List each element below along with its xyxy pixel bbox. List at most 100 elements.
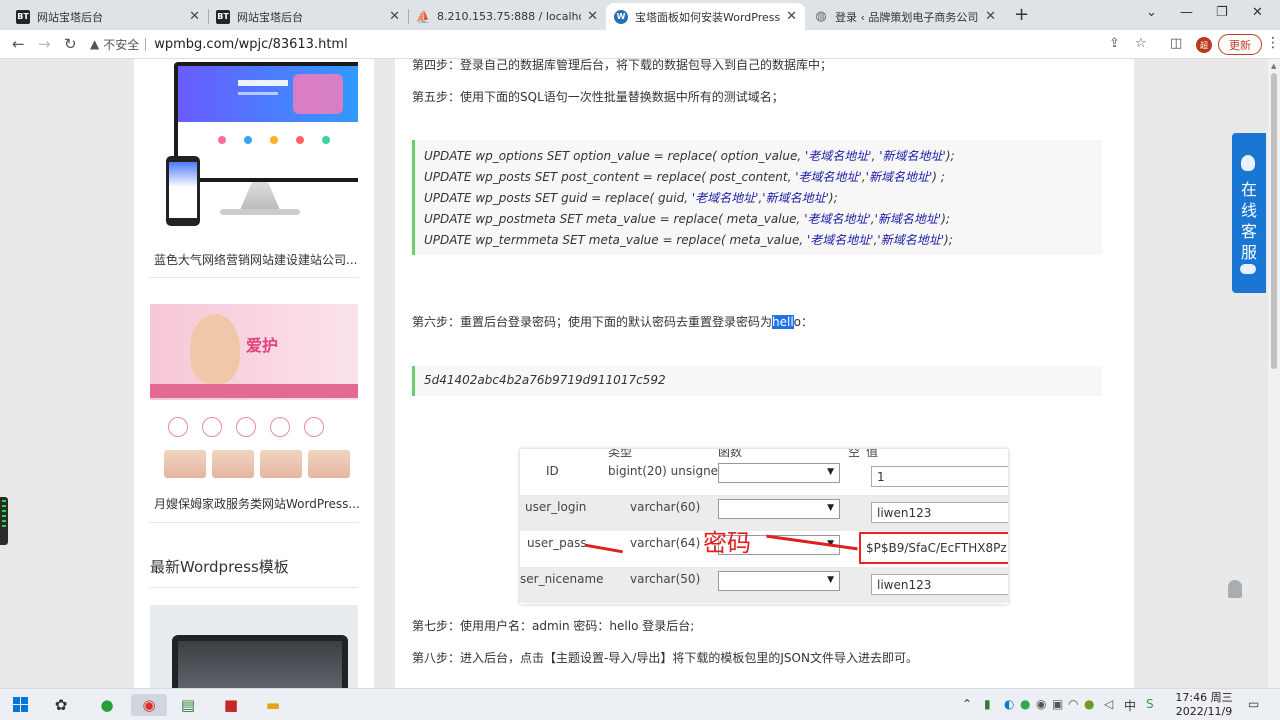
page-scrollbar[interactable]: ▲	[1268, 59, 1280, 688]
update-button[interactable]: 更新	[1218, 34, 1262, 55]
function-select[interactable]	[718, 571, 840, 591]
maximize-icon[interactable]: ❐	[1216, 5, 1228, 20]
template-thumbnail-1[interactable]	[150, 59, 358, 239]
divider	[150, 277, 358, 278]
tray-app-icon[interactable]: ▣	[1052, 697, 1063, 711]
close-tab-icon[interactable]: ✕	[189, 9, 200, 24]
password-value-input[interactable]: $P$B9/SfaC/EcFTHX8Pz	[859, 532, 1008, 564]
online-service-widget[interactable]: 在线客服	[1232, 133, 1266, 293]
phone-mockup-image	[166, 156, 200, 226]
bt-favicon-icon: BT	[16, 9, 30, 24]
notification-icon[interactable]: ▭	[1248, 697, 1259, 711]
minimize-icon[interactable]: —	[1180, 5, 1193, 20]
db-row-id: ID bigint(20) unsigned 1	[520, 459, 1008, 495]
value-input[interactable]: 1	[871, 466, 1008, 487]
editor-taskbar-icon[interactable]: ▤	[177, 694, 199, 716]
bookmark-star-icon[interactable]: ☆	[1135, 36, 1147, 51]
new-tab-icon[interactable]: +	[1014, 4, 1029, 25]
imac-mockup-image	[174, 62, 358, 182]
url-text[interactable]: wpmbg.com/wpjc/83613.html	[154, 37, 347, 52]
folder-taskbar-icon[interactable]: ▬	[262, 694, 284, 716]
penguin-icon	[1241, 155, 1255, 171]
tab-bt-1[interactable]: BT 网站宝塔后台 ✕	[8, 3, 208, 30]
profile-avatar[interactable]: 超	[1196, 37, 1212, 53]
volume-icon[interactable]: ◁	[1104, 697, 1113, 711]
value-input[interactable]: liwen123	[871, 574, 1008, 595]
article-content: 第四步：登录自己的数据库管理后台，将下载的数据包导入到自己的数据库中； 第五步：…	[395, 59, 1134, 688]
bt-favicon-icon: BT	[216, 9, 230, 24]
step-4-text: 第四步：登录自己的数据库管理后台，将下载的数据包导入到自己的数据库中；	[412, 59, 833, 72]
back-arrow-icon[interactable]: ←	[12, 35, 25, 53]
close-tab-icon[interactable]: ✕	[587, 9, 598, 24]
share-icon[interactable]: ⇪	[1109, 36, 1120, 51]
security-label: 不安全	[103, 37, 140, 52]
edge-volume-widget[interactable]	[0, 497, 8, 545]
step-6-text: 第六步：重置后台登录密码；使用下面的默认密码去重置登录密码为hello：	[412, 315, 814, 329]
step-5-text: 第五步：使用下面的SQL语句一次性批量替换数据中所有的测试域名；	[412, 90, 784, 104]
chat-bubble-icon	[1240, 264, 1256, 274]
online-service-label: 在线客服	[1240, 180, 1257, 262]
tray-app-icon[interactable]: ◉	[1036, 697, 1046, 711]
database-screenshot-figure: 类型 函数 空 值 ID bigint(20) unsigned 1 user_…	[520, 449, 1008, 604]
value-input[interactable]: liwen123	[871, 502, 1008, 523]
ime-indicator[interactable]: 中	[1124, 697, 1136, 714]
template-thumbnail-3[interactable]	[150, 605, 358, 688]
close-tab-icon[interactable]: ✕	[786, 9, 797, 24]
template-caption-1[interactable]: 蓝色大气网络营销网站建设建站公司...	[154, 251, 357, 268]
address-divider	[145, 37, 147, 51]
template-caption-2[interactable]: 月嫂保姆家政服务类网站WordPress...	[154, 495, 360, 512]
sidebar: 蓝色大气网络营销网站建设建站公司... 爱护 月嫂保姆家政服务类网站WordPr…	[134, 59, 374, 688]
wechat-tray-icon[interactable]: ●	[1020, 697, 1030, 711]
clock-date: 2022/11/9	[1175, 705, 1233, 718]
tab-title: 登录 ‹ 品牌策划电子商务公司 —	[835, 10, 980, 24]
warning-triangle-icon[interactable]: ▲	[90, 37, 99, 51]
reload-icon[interactable]: ↻	[64, 35, 77, 53]
clock-time: 17:46 周三	[1175, 691, 1233, 704]
phpmyadmin-favicon-icon: ⛵	[415, 9, 431, 24]
tray-chevron-icon[interactable]: ⌃	[962, 697, 972, 711]
db-row-user-pass: user_pass varchar(64) $P$B9/SfaC/EcFTHX8…	[520, 531, 1008, 567]
sogou-ime-icon[interactable]: S	[1146, 697, 1154, 711]
tab-login[interactable]: ◍ 登录 ‹ 品牌策划电子商务公司 — ✕	[806, 3, 1004, 30]
close-window-icon[interactable]: ✕	[1252, 5, 1263, 20]
divider	[150, 522, 358, 523]
app-icon[interactable]: ✿	[50, 694, 72, 716]
taskbar-clock[interactable]: 17:46 周三 2022/11/9	[1172, 691, 1236, 719]
side-panel-icon[interactable]: ◫	[1170, 36, 1182, 51]
tab-phpmyadmin[interactable]: ⛵ 8.210.153.75:888 / localhost / ✕	[408, 3, 606, 30]
tab-title: 宝塔面板如何安装WordPress模	[635, 10, 781, 24]
wifi-icon[interactable]: ◠	[1068, 697, 1078, 711]
forward-arrow-icon[interactable]: →	[38, 35, 51, 53]
windows-taskbar: ✿ ● ◉ ▤ ■ ▬ ⌃ ▮ ◐ ● ◉ ▣ ◠ ● ◁ 中 S 17:46 …	[0, 688, 1280, 720]
recorder-taskbar-icon[interactable]: ■	[220, 694, 242, 716]
tab-bt-2[interactable]: BT 网站宝塔后台 ✕	[208, 3, 408, 30]
chrome-taskbar-icon[interactable]: ◉	[131, 694, 167, 716]
tray-app-icon[interactable]: ●	[1084, 697, 1094, 711]
tab-title: 8.210.153.75:888 / localhost /	[437, 10, 581, 23]
laptop-mockup-image	[150, 605, 358, 688]
scroll-up-icon[interactable]: ▲	[1271, 62, 1276, 70]
address-bar[interactable]: ▲ 不安全 wpmbg.com/wpjc/83613.html	[90, 32, 1165, 56]
scrollbar-thumb[interactable]	[1271, 73, 1277, 369]
windows-start-icon[interactable]	[13, 697, 28, 712]
password-hash[interactable]: 5d41402abc4b2a76b9719d911017c592	[424, 373, 666, 387]
bell-icon[interactable]	[1228, 580, 1242, 598]
menu-dots-icon[interactable]: ⋮	[1266, 35, 1280, 51]
function-select[interactable]	[718, 463, 840, 483]
close-tab-icon[interactable]: ✕	[389, 9, 400, 24]
globe-favicon-icon: ◍	[815, 9, 827, 24]
wordpress-favicon-icon: W	[614, 9, 628, 24]
tray-app-icon[interactable]: ▮	[984, 697, 991, 711]
divider	[150, 587, 358, 588]
db-row-user-login: user_login varchar(60) liwen123	[520, 495, 1008, 531]
tray-app-icon[interactable]: ◐	[1004, 697, 1014, 711]
password-annotation: 密码	[703, 529, 751, 557]
db-table-header: 类型 函数 空 值	[608, 449, 879, 459]
template-thumbnail-2[interactable]: 爱护	[150, 292, 358, 482]
tab-search-chevron-icon[interactable]: ⌄	[1146, 5, 1157, 20]
green-app-icon[interactable]: ●	[96, 694, 118, 716]
function-select[interactable]	[718, 499, 840, 519]
tab-wordpress-article[interactable]: W 宝塔面板如何安装WordPress模 ✕	[606, 3, 805, 30]
close-tab-icon[interactable]: ✕	[985, 9, 996, 24]
latest-templates-heading: 最新Wordpress模板	[150, 558, 289, 576]
